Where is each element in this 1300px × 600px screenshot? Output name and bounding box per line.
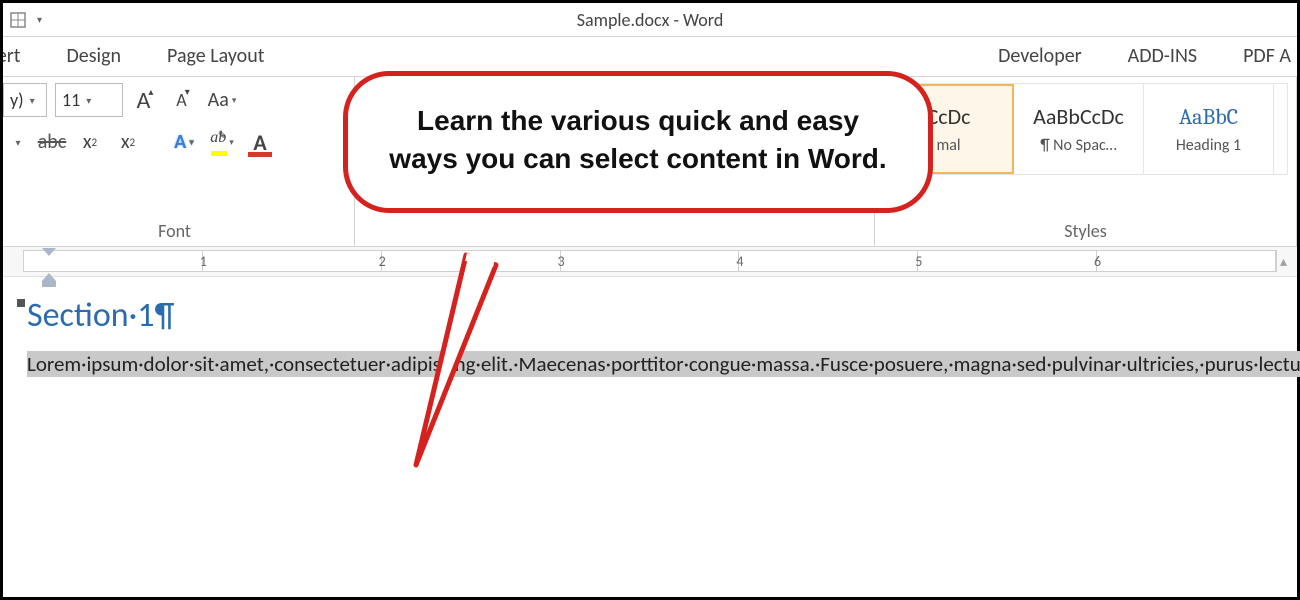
subscript-button[interactable]: x2 [75, 127, 105, 157]
font-row-1: y) ▾ 11 ▾ A▴ A▾ Aa [3, 83, 346, 117]
shrink-font-button[interactable]: A▾ [169, 85, 199, 115]
pilcrow-icon: ¶ [154, 295, 174, 336]
heading-1[interactable]: Section·1¶ [27, 295, 1273, 336]
text-effects-button[interactable]: A [169, 127, 199, 157]
paragraph-marker-icon [17, 299, 25, 307]
touch-mode-icon[interactable] [7, 9, 29, 31]
font-family-value: y) [10, 89, 24, 111]
window-title: Sample.docx - Word [3, 9, 1297, 31]
ruler[interactable]: 1 2 3 4 5 6 ▴ [3, 247, 1297, 277]
superscript-button[interactable]: x2 [113, 127, 143, 157]
style-name: mal [936, 136, 960, 155]
chevron-down-icon[interactable]: ▾ [3, 127, 33, 157]
callout-bubble: Learn the various quick and easy ways yo… [343, 71, 933, 213]
chevron-down-icon: ▾ [30, 94, 35, 107]
quick-access-toolbar: ▾ [3, 9, 42, 31]
tab-pdf[interactable]: PDF A [1237, 38, 1297, 76]
font-family-combo[interactable]: y) ▾ [3, 83, 47, 117]
highlight-button[interactable]: ab ✎ [207, 127, 237, 157]
tab-add-ins[interactable]: ADD-INS [1122, 38, 1203, 76]
ruler-scale: 1 2 3 4 5 6 [24, 251, 1276, 271]
style-preview: AaBbCcDc [1033, 103, 1124, 130]
font-group-label: Font [3, 216, 346, 244]
style-tile-no-spacing[interactable]: AaBbCcDc ¶ No Spac… [1014, 84, 1144, 174]
chevron-down-icon: ▾ [86, 94, 91, 107]
font-size-combo[interactable]: 11 ▾ [55, 83, 123, 117]
style-name: ¶ No Spac… [1040, 136, 1117, 155]
style-tile-heading-1[interactable]: AaBbC Heading 1 [1144, 84, 1274, 174]
style-preview: CcDc [927, 103, 971, 130]
tab-developer[interactable]: Developer [992, 38, 1088, 76]
qat-dropdown-icon[interactable]: ▾ [37, 13, 42, 26]
tab-design[interactable]: Design [60, 38, 127, 76]
strikethrough-button[interactable]: abc [37, 127, 67, 157]
body-paragraph[interactable]: Lorem·ipsum·dolor·sit·amet,·consectetuer… [27, 348, 1273, 382]
tab-page-layout[interactable]: Page Layout [161, 38, 270, 76]
styles-gallery[interactable]: CcDc mal AaBbCcDc ¶ No Spac… AaBbC Headi… [883, 83, 1288, 175]
font-row-2: ▾ abc x2 x2 A ab ✎ A [3, 127, 346, 157]
grow-font-button[interactable]: A▴ [131, 85, 161, 115]
title-bar: ▾ Sample.docx - Word [3, 3, 1297, 37]
change-case-button[interactable]: Aa [207, 85, 237, 115]
document-area[interactable]: Section·1¶ Lorem·ipsum·dolor·sit·amet,·c… [3, 277, 1297, 382]
font-size-value: 11 [62, 89, 80, 111]
font-group: y) ▾ 11 ▾ A▴ A▾ Aa ▾ abc x2 x2 A [3, 77, 355, 246]
selected-text[interactable]: Lorem·ipsum·dolor·sit·amet,·consectetuer… [27, 351, 1300, 377]
style-preview: AaBbC [1179, 104, 1238, 130]
app-window: ▾ Sample.docx - Word sert Design Page La… [0, 0, 1300, 600]
callout-tail-icon [411, 255, 531, 475]
instructional-callout: Learn the various quick and easy ways yo… [343, 71, 933, 213]
tab-insert[interactable]: sert [3, 38, 26, 76]
styles-group: CcDc mal AaBbCcDc ¶ No Spac… AaBbC Headi… [875, 77, 1297, 246]
styles-group-label: Styles [883, 216, 1288, 244]
font-color-button[interactable]: A [245, 127, 275, 157]
style-name: Heading 1 [1176, 136, 1241, 155]
ruler-end-marker-icon: ▴ [1280, 253, 1287, 270]
